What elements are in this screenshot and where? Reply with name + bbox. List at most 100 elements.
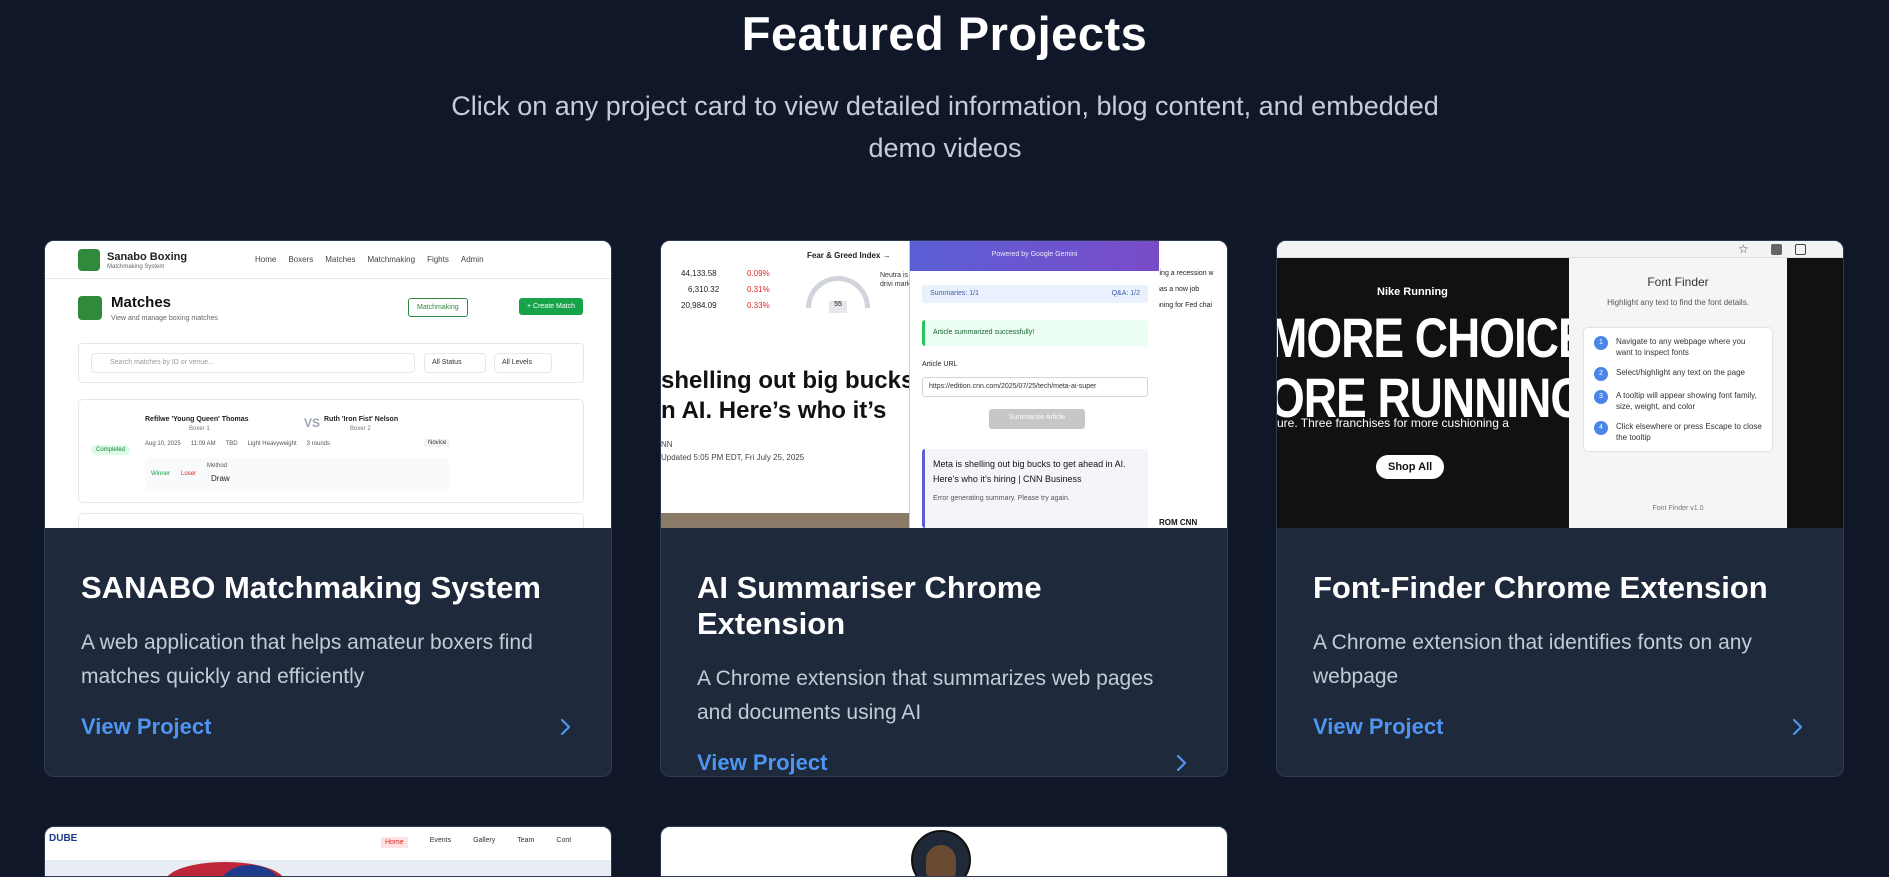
brand-subtitle: Matchmaking System (107, 264, 165, 270)
star-icon: ☆ (1738, 242, 1749, 256)
match-card: Refilwe 'Young Queen' Thomas Boxer 1 VS … (78, 399, 584, 503)
instruction-step: 1 Navigate to any webpage where you want … (1594, 336, 1762, 358)
article-photo (661, 513, 911, 528)
fighter-1-role: Boxer 1 (189, 426, 210, 432)
summarize-button: Summarize Article (989, 409, 1085, 429)
step-number: 1 (1594, 336, 1608, 350)
dube-nav-events: Events (429, 837, 452, 844)
matches-heading: Matches (111, 294, 172, 311)
instructions-list: 1 Navigate to any webpage where you want … (1584, 328, 1772, 451)
match-card-next (78, 513, 584, 528)
page-title: Featured Projects (741, 7, 1148, 60)
step-number: 4 (1594, 421, 1608, 435)
nike-title: Nike Running (1377, 286, 1448, 298)
nav-home: Home (255, 255, 277, 264)
project-card-ai-summariser[interactable]: 44,133.58 6,310.32 20,984.09 0.09% 0.31%… (660, 240, 1228, 777)
app-nav-items: Home Boxers Matches Matchmaking Fights A… (255, 255, 484, 264)
step-text: A tooltip will appear showing font famil… (1616, 391, 1757, 411)
matchmaking-button: Matchmaking (408, 298, 468, 317)
level-badge: Novice (424, 439, 451, 447)
chevron-right-icon[interactable] (555, 717, 575, 737)
status-badge: Completed (91, 445, 131, 455)
project-screenshot: 44,133.58 6,310.32 20,984.09 0.09% 0.31%… (661, 241, 1227, 528)
popup-header: Powered by Google Gemini (910, 241, 1159, 271)
fighter-2-name: Ruth 'Iron Fist' Nelson (324, 416, 399, 423)
browser-toolbar: ☆ (1277, 241, 1843, 258)
dube-nav: Home Events Gallery Team Cont (381, 837, 571, 848)
matches-subheading: View and manage boxing matches (111, 315, 218, 322)
nike-tagline: ure. Three franchises for more cushionin… (1277, 416, 1509, 430)
step-text: Navigate to any webpage where you want t… (1616, 337, 1746, 357)
instruction-step: 3 A tooltip will appear showing font fami… (1594, 390, 1762, 412)
project-title: SANABO Matchmaking System (81, 570, 541, 605)
result-error: Error generating summary. Please try aga… (933, 495, 1070, 502)
search-input: Search matches by ID or venue... (91, 353, 415, 373)
nav-admin: Admin (460, 255, 484, 264)
extension-popup: Powered by Google Gemini Summaries: 1/1 … (909, 241, 1159, 528)
view-project-link[interactable]: View Project (697, 750, 827, 776)
match-weight: Light Heavyweight (247, 441, 297, 447)
match-time: 11:09 AM (190, 441, 216, 447)
fighter-1-name: Refilwe 'Young Queen' Thomas (145, 416, 249, 423)
match-rounds: 3 rounds (306, 441, 330, 447)
sanabo-logo (78, 249, 100, 271)
banner-line: MORE CHOICE. (1277, 306, 1600, 370)
step-number: 2 (1594, 367, 1608, 381)
instruction-step: 4 Click elsewhere or press Escape to clos… (1594, 421, 1762, 443)
project-title: Font-Finder Chrome Extension (1313, 570, 1768, 605)
dube-banner (45, 860, 611, 876)
ticker-value: 6,310.32 (688, 285, 720, 294)
step-text: Click elsewhere or press Escape to close… (1616, 422, 1762, 442)
shop-all-button: Shop All (1376, 455, 1445, 479)
summaries-count: Summaries: 1/1 (930, 290, 980, 297)
dube-logo: DUBE (49, 833, 78, 844)
headline-line: shelling out big bucks (661, 367, 915, 394)
dube-nav-home: Home (381, 837, 408, 848)
article-byline: NN Updated 5:05 PM EDT, Fri July 25, 202… (661, 438, 804, 464)
ticker-value: 44,133.58 (681, 269, 717, 278)
vs-label: VS (304, 416, 321, 430)
search-panel: Search matches by ID or venue... All Sta… (78, 343, 584, 383)
nike-banner-text: MORE CHOICE. ORE RUNNING (1277, 306, 1600, 428)
success-message: Article summarized successfully! (922, 320, 1148, 346)
project-description: A Chrome extension that identifies fonts… (1313, 631, 1752, 688)
loser-label: Loser (181, 471, 197, 477)
instruction-step: 2 Select/highlight any text on the page (1594, 367, 1762, 381)
from-cnn-label: ROM CNN (1159, 518, 1198, 527)
avatar-face (926, 845, 956, 876)
fear-greed-title: Fear & Greed Index → (807, 251, 891, 260)
chevron-right-icon[interactable] (1787, 717, 1807, 737)
project-screenshot: ☆ Nike Running MORE CHOICE. ORE RUNNING … (1277, 241, 1843, 528)
project-card-portfolio[interactable] (660, 826, 1228, 877)
popup-subtitle: Highlight any text to find the font deta… (1607, 298, 1749, 307)
fighter-2-role: Boxer 2 (350, 426, 371, 432)
page-subtitle: Click on any project card to view detail… (451, 91, 1439, 163)
sidebar-headline: has a now job (1156, 286, 1200, 293)
project-title: AI Summariser Chrome Extension (697, 570, 1042, 641)
project-card-sanabo[interactable]: Sanabo Boxing Matchmaking System Home Bo… (44, 240, 612, 777)
byline-date: Updated 5:05 PM EDT, Fri July 25, 2025 (661, 453, 805, 462)
headline-line: n AI. Here’s who it’s (661, 397, 887, 424)
view-project-link[interactable]: View Project (81, 714, 211, 740)
nav-boxers: Boxers (288, 255, 314, 264)
winner-label: Winner (151, 471, 171, 477)
article-headline: shelling out big bucks n AI. Here’s who … (661, 366, 914, 426)
summary-counter: Summaries: 1/1 Q&A: 1/2 (922, 285, 1148, 303)
result-title: Meta is shelling out big bucks to get ah… (933, 459, 1126, 484)
chevron-right-icon[interactable] (1171, 753, 1191, 773)
sidebar-headlines: sing a recession w has a now job nning f… (1156, 266, 1214, 314)
ticker-change: 0.33% (747, 301, 770, 310)
nav-fights: Fights (427, 255, 449, 264)
view-project-link[interactable]: View Project (1313, 714, 1443, 740)
match-date: Aug 10, 2025 (145, 441, 181, 447)
sidebar-headline: sing a recession w (1156, 270, 1214, 277)
font-finder-popup: Font Finder Highlight any text to find t… (1569, 258, 1787, 528)
brand-name: Sanabo Boxing (107, 251, 188, 263)
project-card-dube[interactable]: DUBE Home Events Gallery Team Cont (44, 826, 612, 877)
ticker-value: 20,984.09 (681, 301, 717, 310)
match-result: Winner Loser Method Draw (145, 458, 449, 492)
qa-count: Q&A: 1/2 (1111, 290, 1140, 297)
powered-by: Powered by Google Gemini (991, 251, 1078, 258)
dube-nav-contact: Cont (556, 837, 572, 844)
project-card-font-finder[interactable]: ☆ Nike Running MORE CHOICE. ORE RUNNING … (1276, 240, 1844, 777)
